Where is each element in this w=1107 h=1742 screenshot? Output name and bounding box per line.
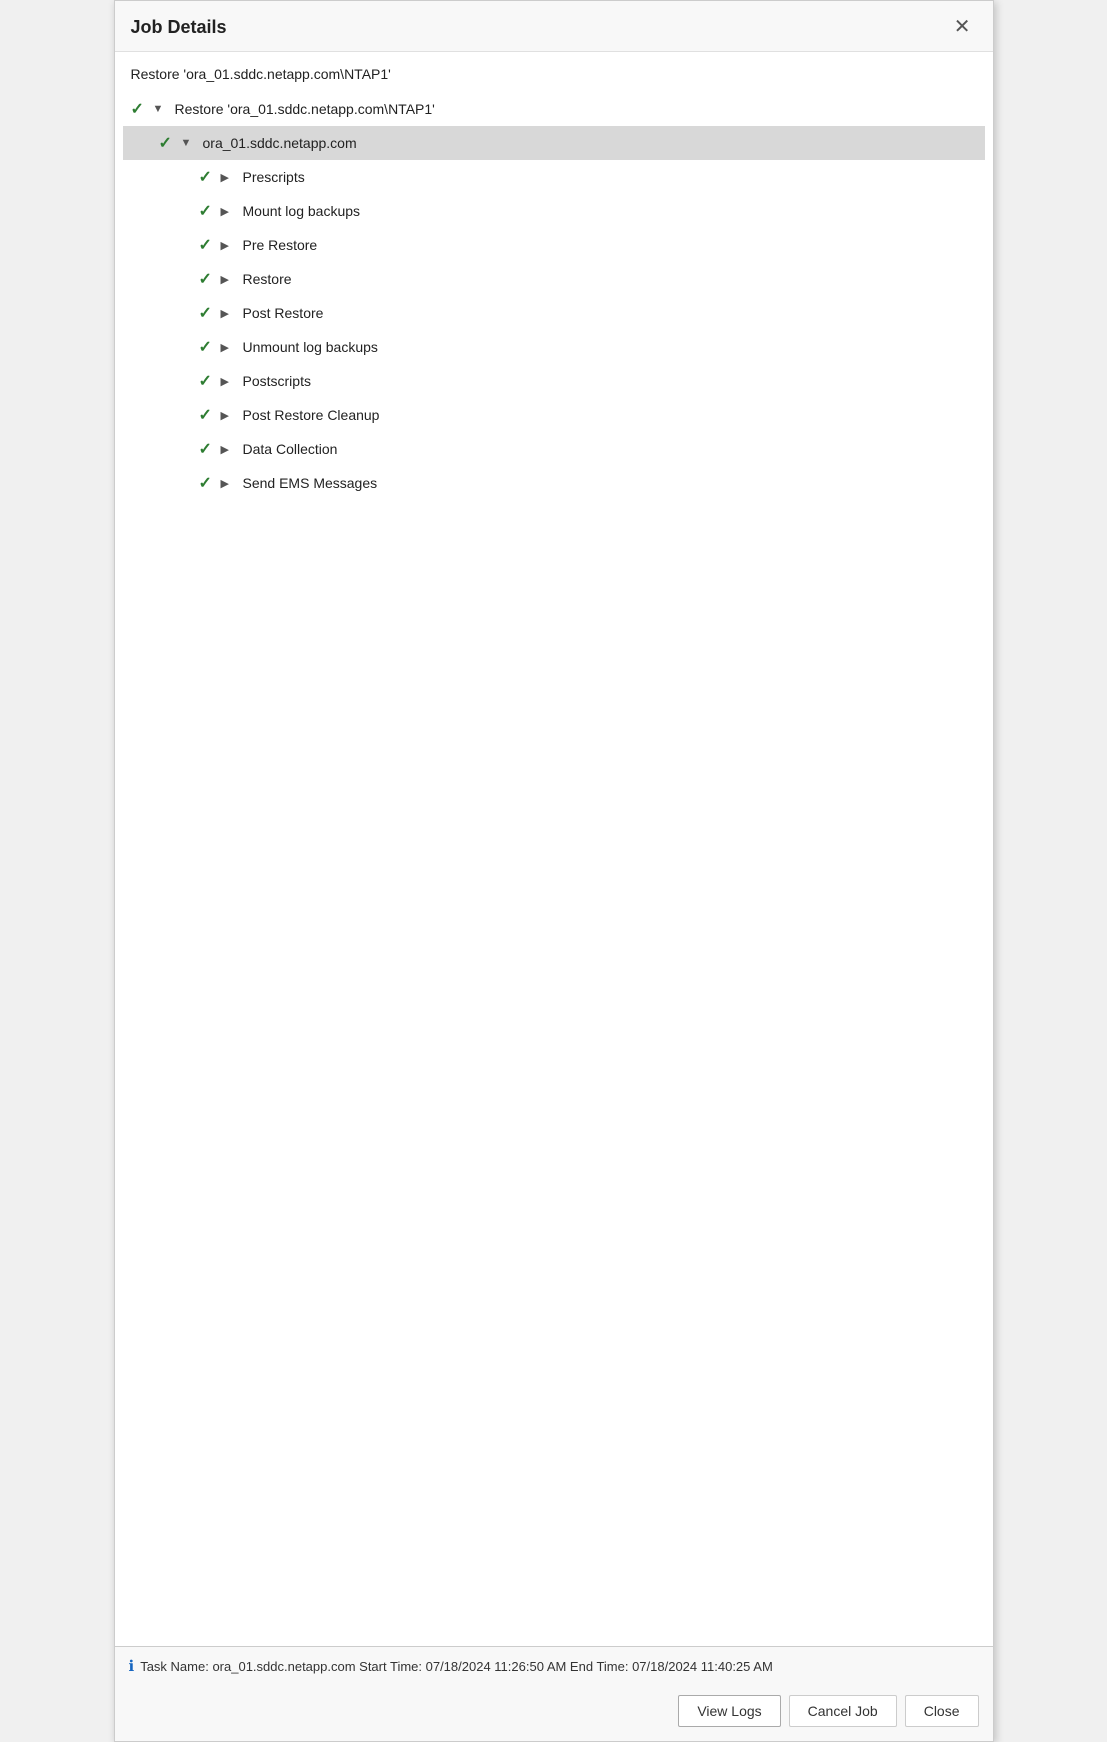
list-item[interactable]: ✓ Send EMS Messages bbox=[123, 466, 985, 500]
prescripts-label: Prescripts bbox=[243, 169, 305, 185]
mount-log-check-icon: ✓ bbox=[199, 201, 221, 221]
level1-toggle-icon[interactable] bbox=[181, 137, 199, 149]
tree-root-item[interactable]: ✓ Restore 'ora_01.sddc.netapp.com\NTAP1' bbox=[123, 92, 985, 126]
close-button[interactable]: Close bbox=[905, 1695, 979, 1727]
pre-restore-check-icon: ✓ bbox=[199, 235, 221, 255]
restore-check-icon: ✓ bbox=[199, 269, 221, 289]
postscripts-label: Postscripts bbox=[243, 373, 311, 389]
dialog-header: Job Details ✕ bbox=[115, 1, 993, 52]
post-restore-toggle-icon[interactable] bbox=[221, 307, 239, 320]
cancel-job-button[interactable]: Cancel Job bbox=[789, 1695, 897, 1727]
list-item[interactable]: ✓ Postscripts bbox=[123, 364, 985, 398]
root-check-icon: ✓ bbox=[131, 99, 153, 119]
unmount-log-label: Unmount log backups bbox=[243, 339, 378, 355]
root-label: Restore 'ora_01.sddc.netapp.com\NTAP1' bbox=[175, 101, 435, 117]
data-collection-label: Data Collection bbox=[243, 441, 338, 457]
close-icon[interactable]: ✕ bbox=[948, 15, 977, 39]
mount-log-label: Mount log backups bbox=[243, 203, 361, 219]
send-ems-toggle-icon[interactable] bbox=[221, 477, 239, 490]
pre-restore-label: Pre Restore bbox=[243, 237, 318, 253]
list-item[interactable]: ✓ Data Collection bbox=[123, 432, 985, 466]
tree-container: ✓ Restore 'ora_01.sddc.netapp.com\NTAP1'… bbox=[115, 92, 993, 500]
post-restore-label: Post Restore bbox=[243, 305, 324, 321]
list-item[interactable]: ✓ Mount log backups bbox=[123, 194, 985, 228]
post-restore-check-icon: ✓ bbox=[199, 303, 221, 323]
job-details-dialog: Job Details ✕ Restore 'ora_01.sddc.netap… bbox=[114, 0, 994, 1742]
post-restore-cleanup-toggle-icon[interactable] bbox=[221, 409, 239, 422]
post-restore-cleanup-check-icon: ✓ bbox=[199, 405, 221, 425]
dialog-body: ✓ Restore 'ora_01.sddc.netapp.com\NTAP1'… bbox=[115, 92, 993, 1646]
level1-label: ora_01.sddc.netapp.com bbox=[203, 135, 357, 151]
data-collection-toggle-icon[interactable] bbox=[221, 443, 239, 456]
postscripts-toggle-icon[interactable] bbox=[221, 375, 239, 388]
send-ems-label: Send EMS Messages bbox=[243, 475, 378, 491]
postscripts-check-icon: ✓ bbox=[199, 371, 221, 391]
list-item[interactable]: ✓ Pre Restore bbox=[123, 228, 985, 262]
dialog-subtitle: Restore 'ora_01.sddc.netapp.com\NTAP1' bbox=[115, 52, 993, 92]
footer-buttons: View Logs Cancel Job Close bbox=[115, 1685, 993, 1741]
level1-item[interactable]: ✓ ora_01.sddc.netapp.com bbox=[123, 126, 985, 160]
status-text: Task Name: ora_01.sddc.netapp.com Start … bbox=[140, 1659, 773, 1674]
list-item[interactable]: ✓ Post Restore Cleanup bbox=[123, 398, 985, 432]
prescripts-toggle-icon[interactable] bbox=[221, 171, 239, 184]
restore-toggle-icon[interactable] bbox=[221, 273, 239, 286]
prescripts-check-icon: ✓ bbox=[199, 167, 221, 187]
unmount-log-toggle-icon[interactable] bbox=[221, 341, 239, 354]
unmount-log-check-icon: ✓ bbox=[199, 337, 221, 357]
list-item[interactable]: ✓ Restore bbox=[123, 262, 985, 296]
mount-log-toggle-icon[interactable] bbox=[221, 205, 239, 218]
list-item[interactable]: ✓ Post Restore bbox=[123, 296, 985, 330]
send-ems-check-icon: ✓ bbox=[199, 473, 221, 493]
level1-check-icon: ✓ bbox=[159, 133, 181, 153]
data-collection-check-icon: ✓ bbox=[199, 439, 221, 459]
list-item[interactable]: ✓ Prescripts bbox=[123, 160, 985, 194]
dialog-title: Job Details bbox=[131, 17, 227, 38]
restore-label: Restore bbox=[243, 271, 292, 287]
list-item[interactable]: ✓ Unmount log backups bbox=[123, 330, 985, 364]
view-logs-button[interactable]: View Logs bbox=[678, 1695, 780, 1727]
dialog-footer: ℹ Task Name: ora_01.sddc.netapp.com Star… bbox=[115, 1646, 993, 1741]
footer-status: ℹ Task Name: ora_01.sddc.netapp.com Star… bbox=[115, 1647, 993, 1685]
post-restore-cleanup-label: Post Restore Cleanup bbox=[243, 407, 380, 423]
root-toggle-icon[interactable] bbox=[153, 103, 171, 115]
pre-restore-toggle-icon[interactable] bbox=[221, 239, 239, 252]
info-icon: ℹ bbox=[129, 1657, 135, 1675]
